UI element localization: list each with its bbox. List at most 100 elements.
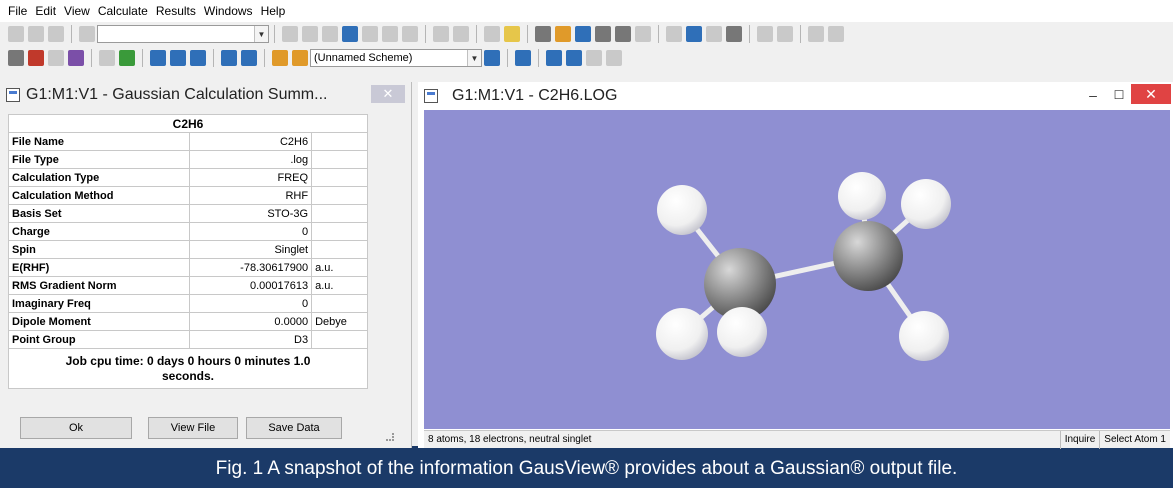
scheme-edit-icon[interactable] <box>292 50 308 66</box>
hydrogen-atom-h1[interactable] <box>657 185 707 235</box>
ethane-molecule[interactable] <box>424 110 1170 429</box>
copy-icon[interactable] <box>686 26 702 42</box>
hydrogen-atom-h4[interactable] <box>838 172 886 220</box>
log-close-button[interactable]: ✕ <box>1131 84 1171 104</box>
menu-results[interactable]: Results <box>152 0 200 22</box>
cut-icon[interactable] <box>666 26 682 42</box>
clean-icon[interactable] <box>453 26 469 42</box>
hydrogen-atom-h5[interactable] <box>901 179 951 229</box>
cascade-icon[interactable] <box>566 50 582 66</box>
scheme-icon[interactable] <box>272 50 288 66</box>
save-icon[interactable] <box>575 26 591 42</box>
molecule-viewport[interactable] <box>424 110 1170 429</box>
hydrogen-atom-h3[interactable] <box>717 307 767 357</box>
scheme-apply-icon[interactable] <box>484 50 500 66</box>
scheme-select-value: (Unnamed Scheme) <box>314 52 413 64</box>
summary-label-cell: File Name <box>7 132 191 151</box>
color-icon[interactable] <box>68 50 84 66</box>
grid-icon[interactable] <box>170 50 186 66</box>
bond-icon[interactable] <box>282 26 298 42</box>
angle-icon[interactable] <box>302 26 318 42</box>
toolbar-separator <box>507 49 508 67</box>
summary-unit-cell <box>311 186 368 205</box>
hydrogen-atom-h6[interactable] <box>899 311 949 361</box>
summary-unit-cell <box>311 294 368 313</box>
select-icon[interactable] <box>484 26 500 42</box>
pencil-icon[interactable] <box>48 50 64 66</box>
scheme-select[interactable]: (Unnamed Scheme) ▼ <box>310 49 482 67</box>
menu-edit[interactable]: Edit <box>31 0 60 22</box>
window-icon <box>424 89 438 103</box>
minimize-button[interactable]: – <box>1083 86 1103 104</box>
ring-icon[interactable] <box>28 26 44 42</box>
log-window-title: G1:M1:V1 - C2H6.LOG <box>452 87 618 104</box>
undo-icon[interactable] <box>757 26 773 42</box>
symmetry-icon[interactable] <box>402 26 418 42</box>
image-icon[interactable] <box>615 26 631 42</box>
toolbar-separator <box>476 25 477 43</box>
summary-close-button[interactable]: ✕ <box>371 85 405 103</box>
print-icon[interactable] <box>595 26 611 42</box>
summary-unit-cell <box>311 168 368 187</box>
delete-atom-icon[interactable] <box>382 26 398 42</box>
table-icon[interactable] <box>190 50 206 66</box>
window-icon[interactable] <box>515 50 531 66</box>
menu-calculate[interactable]: Calculate <box>94 0 152 22</box>
open-icon[interactable] <box>555 26 571 42</box>
element-icon[interactable] <box>8 26 24 42</box>
rgroup-icon[interactable] <box>48 26 64 42</box>
biological-icon[interactable] <box>79 26 95 42</box>
maximize-button[interactable]: ☐ <box>1109 86 1129 104</box>
carbon-atom-c2[interactable] <box>833 221 903 291</box>
summary-value-cell: Singlet <box>189 240 313 259</box>
arrow-left-icon[interactable] <box>586 50 602 66</box>
delete-icon[interactable] <box>726 26 742 42</box>
chevron-down-icon[interactable]: ▼ <box>467 50 481 66</box>
results-icon[interactable] <box>28 50 44 66</box>
menu-windows[interactable]: Windows <box>200 0 257 22</box>
ruler-icon[interactable] <box>8 50 24 66</box>
figure-caption: Fig. 1 A snapshot of the information Gau… <box>215 458 958 479</box>
summary-label-cell: Point Group <box>7 330 191 349</box>
save-data-button[interactable]: Save Data <box>246 417 342 439</box>
menu-view[interactable]: View <box>60 0 94 22</box>
table-row: File Type .log <box>7 150 368 169</box>
toolbar-separator <box>274 25 275 43</box>
view-icon[interactable] <box>150 50 166 66</box>
ok-button[interactable]: Ok <box>20 417 132 439</box>
resize-grip-icon[interactable] <box>386 433 394 441</box>
inquire-icon[interactable] <box>342 26 358 42</box>
tile-icon[interactable] <box>546 50 562 66</box>
preferences-icon[interactable] <box>635 26 651 42</box>
status-bar: 8 atoms, 18 electrons, neutral singlet I… <box>424 430 1170 449</box>
fragment-combo[interactable]: ▼ <box>97 25 269 43</box>
highlight-icon[interactable] <box>504 26 520 42</box>
menu-help[interactable]: Help <box>257 0 290 22</box>
view-file-button[interactable]: View File <box>148 417 238 439</box>
arrow-right-icon[interactable] <box>606 50 622 66</box>
hydrogen-atom-h2[interactable] <box>656 308 708 360</box>
rebond-icon[interactable] <box>433 26 449 42</box>
summary-unit-cell: a.u. <box>311 258 368 277</box>
menu-file[interactable]: File <box>4 0 31 22</box>
dihedral-icon[interactable] <box>322 26 338 42</box>
summary-unit-cell: Debye <box>311 312 368 331</box>
table-row: Dipole Moment 0.0000 Debye <box>7 312 368 331</box>
zoom-icon[interactable] <box>808 26 824 42</box>
paste-icon[interactable] <box>706 26 722 42</box>
cpu-time-cell: Job cpu time: 0 days 0 hours 0 minutes 1… <box>8 348 368 389</box>
layers-icon[interactable] <box>221 50 237 66</box>
log-titlebar: G1:M1:V1 - C2H6.LOG – ☐ ✕ <box>418 82 1173 110</box>
new-icon[interactable] <box>535 26 551 42</box>
summary-value-cell: D3 <box>189 330 313 349</box>
shape-icon[interactable] <box>99 50 115 66</box>
table-row: Charge 0 <box>7 222 368 241</box>
add-valence-icon[interactable] <box>362 26 378 42</box>
status-molecule-info: 8 atoms, 18 electrons, neutral singlet <box>428 434 592 445</box>
summary-unit-cell <box>311 330 368 349</box>
check-icon[interactable] <box>828 26 844 42</box>
stack-icon[interactable] <box>241 50 257 66</box>
chevron-down-icon[interactable]: ▼ <box>254 26 268 42</box>
redo-icon[interactable] <box>777 26 793 42</box>
atom-icon[interactable] <box>119 50 135 66</box>
